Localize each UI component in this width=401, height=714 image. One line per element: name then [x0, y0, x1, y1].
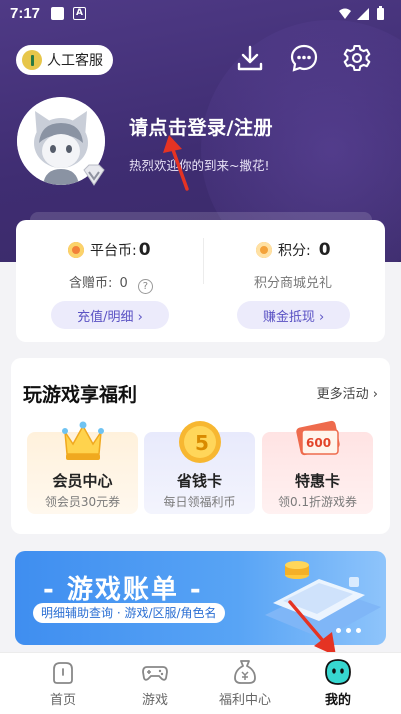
gamepad-icon: [142, 666, 168, 681]
status-bar: 7:17 A: [0, 0, 401, 28]
bottom-tab-bar: 首页 游戏 福利中心 我的: [0, 652, 401, 714]
earn-cash-button[interactable]: 赚金抵现 ›: [237, 301, 350, 329]
tab-home[interactable]: 首页: [13, 653, 113, 714]
customer-service-icon: [22, 50, 42, 70]
home-icon: [53, 662, 73, 684]
welfare-card: 玩游戏享福利 更多活动 › 会员中心 领会员30元券 5 省钱卡 每日领福利币 …: [11, 358, 390, 534]
points-value: 0: [318, 240, 331, 260]
annotation-arrow-icon: [163, 135, 189, 191]
platform-coin-row: 平台币: 0: [68, 240, 151, 260]
points-icon: [256, 242, 272, 258]
points-label: 积分:: [278, 243, 311, 259]
mine-face-icon: [325, 659, 351, 685]
welfare-title: 玩游戏享福利: [23, 384, 138, 406]
customer-service-label: 人工客服: [47, 53, 103, 69]
discount-card-title: 特惠卡: [294, 472, 340, 490]
member-center-tile[interactable]: 会员中心 领会员30元券: [27, 421, 138, 514]
points-shop-link[interactable]: 积分商城兑礼: [254, 272, 332, 291]
banner-subtitle: 明细辅助查询 · 游戏/区服/角色名: [33, 603, 225, 623]
gold-coin-icon: 5: [178, 421, 221, 463]
points-row: 积分: 0: [256, 240, 331, 260]
coin-badge: 5: [195, 431, 209, 455]
signal-battery-icon: [339, 6, 384, 20]
money-saving-card-tile[interactable]: 5 省钱卡 每日领福利币: [144, 421, 255, 514]
tab-mine-label: 我的: [324, 693, 351, 708]
message-icon[interactable]: [289, 43, 319, 73]
customer-service-button[interactable]: 人工客服: [16, 45, 113, 75]
money-saving-card-subtitle: 每日领福利币: [163, 495, 236, 509]
platform-coin-icon: [68, 242, 84, 258]
platform-coin-value: 0: [138, 240, 151, 260]
coupon-badge: 600: [306, 436, 331, 450]
money-bag-icon: [234, 660, 256, 684]
crown-icon: [61, 421, 104, 460]
banner-title: - 游戏账单 -: [43, 575, 203, 605]
gift-coin-row: 含赠币: 0 ?: [69, 272, 153, 294]
member-center-title: 会员中心: [52, 472, 113, 490]
tab-games[interactable]: 游戏: [105, 653, 205, 714]
download-icon[interactable]: [235, 43, 265, 73]
member-center-subtitle: 领会员30元券: [44, 495, 121, 509]
tab-mine[interactable]: 我的: [288, 653, 388, 714]
settings-gear-icon[interactable]: [342, 43, 372, 73]
vip-diamond-icon: [83, 164, 105, 186]
coupon-icon: 600: [295, 420, 340, 456]
tab-welfare-center[interactable]: 福利中心: [195, 653, 295, 714]
notification-square-icon: [51, 7, 64, 20]
wallet-divider: [203, 238, 204, 284]
discount-card-subtitle: 领0.1折游戏券: [277, 495, 358, 509]
gift-coin-label: 含赠币:: [69, 276, 113, 291]
annotation-arrow-icon: [288, 600, 336, 656]
platform-coin-label: 平台币:: [90, 243, 137, 259]
status-time: 7:17: [10, 5, 41, 22]
help-icon[interactable]: ?: [137, 279, 153, 294]
recharge-details-button[interactable]: 充值/明细 ›: [51, 301, 169, 329]
money-saving-card-title: 省钱卡: [176, 472, 222, 490]
discount-card-tile[interactable]: 600 特惠卡 领0.1折游戏券: [262, 420, 373, 514]
tab-games-label: 游戏: [141, 693, 168, 708]
tab-welfare-center-label: 福利中心: [218, 693, 271, 708]
more-activities-link[interactable]: 更多活动 ›: [317, 383, 378, 402]
notification-a-icon: A: [73, 7, 86, 20]
gift-coin-value: 0: [119, 276, 128, 291]
wallet-card: 平台币: 0 含赠币: 0 ? 充值/明细 › 积分: 0 积分商城兑礼 赚金抵…: [16, 220, 385, 342]
tab-home-label: 首页: [49, 693, 76, 708]
